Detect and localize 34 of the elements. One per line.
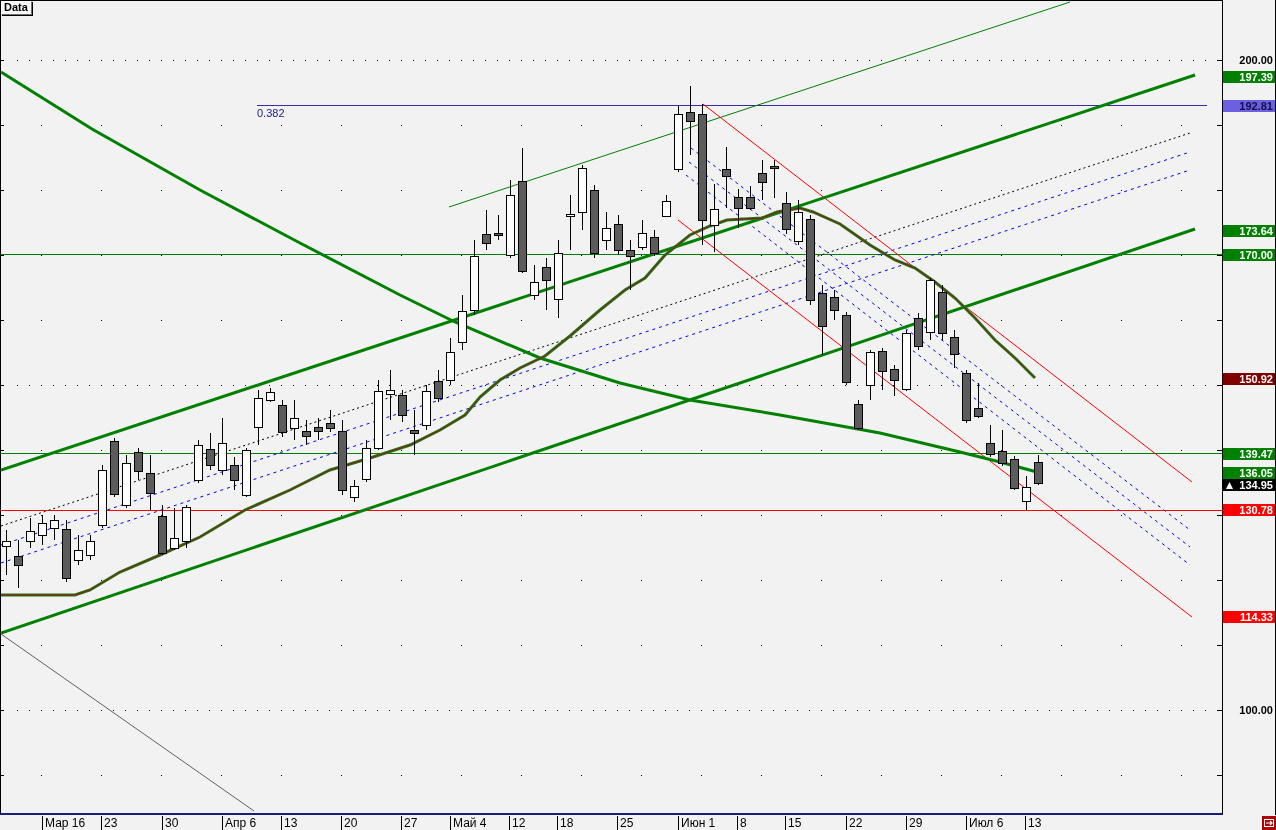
date-label: Июн 1 — [678, 816, 716, 830]
date-label: 8 — [737, 816, 747, 830]
date-label: 13 — [1025, 816, 1042, 830]
date-label: 25 — [617, 816, 634, 830]
box-arrow-icon[interactable] — [1262, 816, 1276, 830]
date-label: 22 — [846, 816, 863, 830]
date-label: 20 — [341, 816, 358, 830]
data-button[interactable]: Data — [1, 1, 32, 15]
date-label: 15 — [785, 816, 802, 830]
price-axis-label: 100.00 — [1239, 704, 1273, 716]
date-label: 12 — [509, 816, 526, 830]
date-label: 13 — [281, 816, 298, 830]
price-label: 197.39 — [1223, 71, 1275, 83]
date-label: Май 4 — [450, 816, 487, 830]
price-label: 130.78 — [1223, 504, 1275, 516]
price-label: 192.81 — [1223, 100, 1275, 112]
price-value: 134.95 — [1239, 479, 1273, 491]
date-label: Апр 6 — [222, 816, 257, 830]
price-label: 150.92 — [1223, 373, 1275, 385]
date-label: 18 — [557, 816, 574, 830]
date-label: Июл 6 — [966, 816, 1004, 830]
date-label: 23 — [101, 816, 118, 830]
price-axis-label: 200.00 — [1239, 54, 1273, 66]
price-label: 173.64 — [1223, 225, 1275, 237]
date-label: 27 — [401, 816, 418, 830]
price-label: 139.47 — [1223, 448, 1275, 460]
fibonacci-ratio-label: 0.382 — [257, 107, 285, 119]
date-label: Мар 16 — [42, 816, 86, 830]
triangle-icon — [1226, 481, 1233, 489]
price-label: 170.00 — [1223, 249, 1275, 261]
date-label: 30 — [162, 816, 179, 830]
price-label: 114.33 — [1223, 611, 1275, 623]
date-label: 29 — [906, 816, 923, 830]
price-label: 136.05 — [1223, 467, 1275, 479]
